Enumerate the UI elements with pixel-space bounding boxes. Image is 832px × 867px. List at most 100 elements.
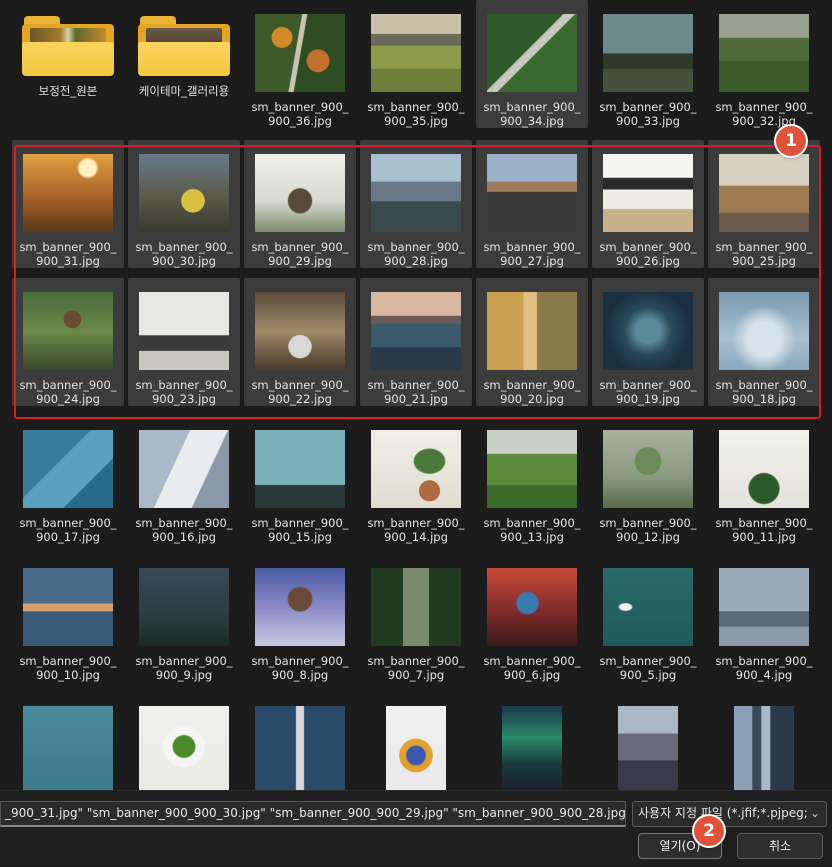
file-item[interactable]: sm_banner_900_900_7.jpg <box>360 554 472 682</box>
image-thumbnail <box>603 154 693 232</box>
file-grid: 보정전_원본 케이테마_갤러리용 sm_banner_900_900_36.jp… <box>0 0 832 790</box>
file-item[interactable]: sm_banner_900_900_33.jpg <box>592 0 704 128</box>
file-item[interactable] <box>128 692 240 790</box>
image-thumbnail <box>255 706 345 790</box>
file-label: sm_banner_900_900_35.jpg <box>367 100 465 128</box>
callout-badge-1: 1 <box>776 126 806 156</box>
file-item[interactable]: sm_banner_900_900_28.jpg <box>360 140 472 268</box>
folder-icon <box>22 16 114 76</box>
file-item[interactable]: sm_banner_900_900_31.jpg <box>12 140 124 268</box>
file-item[interactable]: sm_banner_900_900_19.jpg <box>592 278 704 406</box>
image-thumbnail <box>487 14 577 92</box>
image-thumbnail <box>371 154 461 232</box>
filetype-select[interactable]: 사용자 지정 파일 (*.jfif;*.pjpeg; ⌄ <box>632 801 827 827</box>
file-item[interactable]: sm_banner_900_900_32.jpg <box>708 0 820 128</box>
image-thumbnail <box>487 292 577 370</box>
file-label: sm_banner_900_900_24.jpg <box>19 378 117 406</box>
file-item[interactable]: sm_banner_900_900_10.jpg <box>12 554 124 682</box>
file-item[interactable]: sm_banner_900_900_30.jpg <box>128 140 240 268</box>
image-thumbnail <box>255 430 345 508</box>
image-thumbnail <box>603 430 693 508</box>
filetype-value: 사용자 지정 파일 (*.jfif;*.pjpeg; <box>638 806 808 820</box>
image-thumbnail <box>371 292 461 370</box>
file-label: sm_banner_900_900_31.jpg <box>19 240 117 268</box>
file-label: sm_banner_900_900_34.jpg <box>483 100 581 128</box>
file-item[interactable]: sm_banner_900_900_6.jpg <box>476 554 588 682</box>
file-item[interactable]: sm_banner_900_900_8.jpg <box>244 554 356 682</box>
file-item[interactable]: sm_banner_900_900_24.jpg <box>12 278 124 406</box>
file-item[interactable]: sm_banner_900_900_16.jpg <box>128 416 240 544</box>
image-thumbnail <box>734 706 794 790</box>
file-label: sm_banner_900_900_30.jpg <box>135 240 233 268</box>
image-thumbnail <box>719 14 809 92</box>
file-label: sm_banner_900_900_29.jpg <box>251 240 349 268</box>
folder-label: 케이테마_갤러리용 <box>138 84 230 98</box>
file-item[interactable]: sm_banner_900_900_14.jpg <box>360 416 472 544</box>
file-item[interactable]: sm_banner_900_900_15.jpg <box>244 416 356 544</box>
image-thumbnail <box>603 568 693 646</box>
file-label: sm_banner_900_900_26.jpg <box>599 240 697 268</box>
file-item[interactable] <box>12 692 124 790</box>
file-item[interactable]: sm_banner_900_900_34.jpg <box>476 0 588 128</box>
file-label: sm_banner_900_900_36.jpg <box>251 100 349 128</box>
file-item[interactable]: sm_banner_900_900_27.jpg <box>476 140 588 268</box>
file-label: sm_banner_900_900_19.jpg <box>599 378 697 406</box>
image-thumbnail <box>255 154 345 232</box>
image-thumbnail <box>719 154 809 232</box>
file-item[interactable]: sm_banner_900_900_11.jpg <box>708 416 820 544</box>
image-thumbnail <box>23 430 113 508</box>
file-label: sm_banner_900_900_20.jpg <box>483 378 581 406</box>
file-label: sm_banner_900_900_17.jpg <box>19 516 117 544</box>
image-thumbnail <box>603 292 693 370</box>
image-thumbnail <box>603 14 693 92</box>
file-label: sm_banner_900_900_10.jpg <box>19 654 117 682</box>
file-item[interactable]: sm_banner_900_900_25.jpg <box>708 140 820 268</box>
filename-input[interactable]: _900_31.jpg" "sm_banner_900_900_30.jpg" … <box>0 801 626 827</box>
file-item[interactable]: sm_banner_900_900_13.jpg <box>476 416 588 544</box>
file-item[interactable]: sm_banner_900_900_23.jpg <box>128 278 240 406</box>
file-label: sm_banner_900_900_5.jpg <box>599 654 697 682</box>
file-label: sm_banner_900_900_33.jpg <box>599 100 697 128</box>
file-label: sm_banner_900_900_25.jpg <box>715 240 813 268</box>
file-item[interactable]: sm_banner_900_900_20.jpg <box>476 278 588 406</box>
file-item[interactable] <box>244 692 356 790</box>
folder-item-original[interactable]: 보정전_원본 <box>12 0 124 128</box>
callout-badge-2: 2 <box>694 816 724 846</box>
file-label: sm_banner_900_900_16.jpg <box>135 516 233 544</box>
file-item[interactable]: sm_banner_900_900_12.jpg <box>592 416 704 544</box>
file-item[interactable]: sm_banner_900_900_36.jpg <box>244 0 356 128</box>
image-thumbnail <box>719 430 809 508</box>
file-item[interactable]: sm_banner_900_900_5.jpg <box>592 554 704 682</box>
file-label: sm_banner_900_900_11.jpg <box>715 516 813 544</box>
folder-icon <box>138 16 230 76</box>
file-item[interactable]: sm_banner_900_900_26.jpg <box>592 140 704 268</box>
file-label: sm_banner_900_900_18.jpg <box>715 378 813 406</box>
file-label: sm_banner_900_900_23.jpg <box>135 378 233 406</box>
file-label: sm_banner_900_900_15.jpg <box>251 516 349 544</box>
cancel-button[interactable]: 취소 <box>737 833 823 859</box>
image-thumbnail <box>487 154 577 232</box>
file-item[interactable] <box>708 692 820 790</box>
file-item[interactable]: sm_banner_900_900_35.jpg <box>360 0 472 128</box>
file-label: sm_banner_900_900_13.jpg <box>483 516 581 544</box>
file-item[interactable]: sm_banner_900_900_22.jpg <box>244 278 356 406</box>
image-thumbnail <box>255 292 345 370</box>
file-item[interactable]: sm_banner_900_900_9.jpg <box>128 554 240 682</box>
file-label: sm_banner_900_900_12.jpg <box>599 516 697 544</box>
file-item[interactable] <box>476 692 588 790</box>
image-thumbnail <box>139 154 229 232</box>
file-item[interactable]: sm_banner_900_900_17.jpg <box>12 416 124 544</box>
file-item[interactable]: sm_banner_900_900_29.jpg <box>244 140 356 268</box>
image-thumbnail <box>139 292 229 370</box>
file-item[interactable]: sm_banner_900_900_21.jpg <box>360 278 472 406</box>
image-thumbnail <box>255 568 345 646</box>
file-item[interactable] <box>360 692 472 790</box>
file-item[interactable]: sm_banner_900_900_18.jpg <box>708 278 820 406</box>
file-label: sm_banner_900_900_22.jpg <box>251 378 349 406</box>
image-thumbnail <box>23 568 113 646</box>
folder-item-gallery[interactable]: 케이테마_갤러리용 <box>128 0 240 128</box>
image-thumbnail <box>386 706 446 790</box>
file-item[interactable]: sm_banner_900_900_4.jpg <box>708 554 820 682</box>
file-label: sm_banner_900_900_6.jpg <box>483 654 581 682</box>
file-item[interactable] <box>592 692 704 790</box>
